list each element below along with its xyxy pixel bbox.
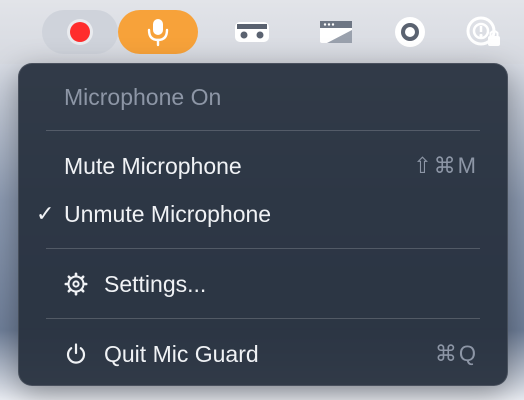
screen-menu-button[interactable] (314, 10, 358, 54)
record-icon (70, 22, 90, 42)
unmute-microphone-label: Unmute Microphone (64, 200, 272, 227)
cast-menu-button[interactable] (230, 10, 274, 54)
record-circle-button[interactable] (388, 10, 432, 54)
microphone-icon (147, 19, 169, 47)
mute-microphone-item[interactable]: Mute Microphone ⇧⌘M (18, 146, 508, 186)
quit-label: Quit Mic Guard (104, 340, 259, 367)
settings-item[interactable]: Settings... (18, 264, 508, 304)
separator (46, 318, 480, 319)
menu-bar (0, 0, 524, 64)
quit-item[interactable]: Quit Mic Guard ⌘Q (18, 334, 508, 374)
power-icon (66, 343, 86, 364)
record-circle-icon (395, 17, 425, 47)
clock-lock-button[interactable] (462, 10, 506, 54)
separator (46, 130, 480, 131)
clock-lock-icon (466, 16, 500, 46)
status-item: Microphone On (18, 77, 508, 117)
checkmark-icon: ✓ (36, 201, 55, 226)
unmute-microphone-item[interactable]: ✓ Unmute Microphone (18, 194, 508, 234)
mic-guard-menu-button[interactable] (118, 10, 198, 54)
separator (46, 248, 480, 249)
mute-shortcut: ⇧⌘M (413, 153, 478, 178)
mic-guard-menu: Microphone On Mute Microphone ⇧⌘M ✓ Unmu… (18, 63, 508, 386)
settings-label: Settings... (104, 270, 207, 297)
gear-icon (64, 272, 88, 296)
record-button[interactable] (42, 10, 118, 54)
mute-microphone-label: Mute Microphone (64, 152, 242, 179)
quit-shortcut: ⌘Q (434, 341, 478, 366)
screen-icon (320, 21, 352, 43)
cast-icon (235, 22, 269, 42)
status-label: Microphone On (64, 83, 222, 110)
